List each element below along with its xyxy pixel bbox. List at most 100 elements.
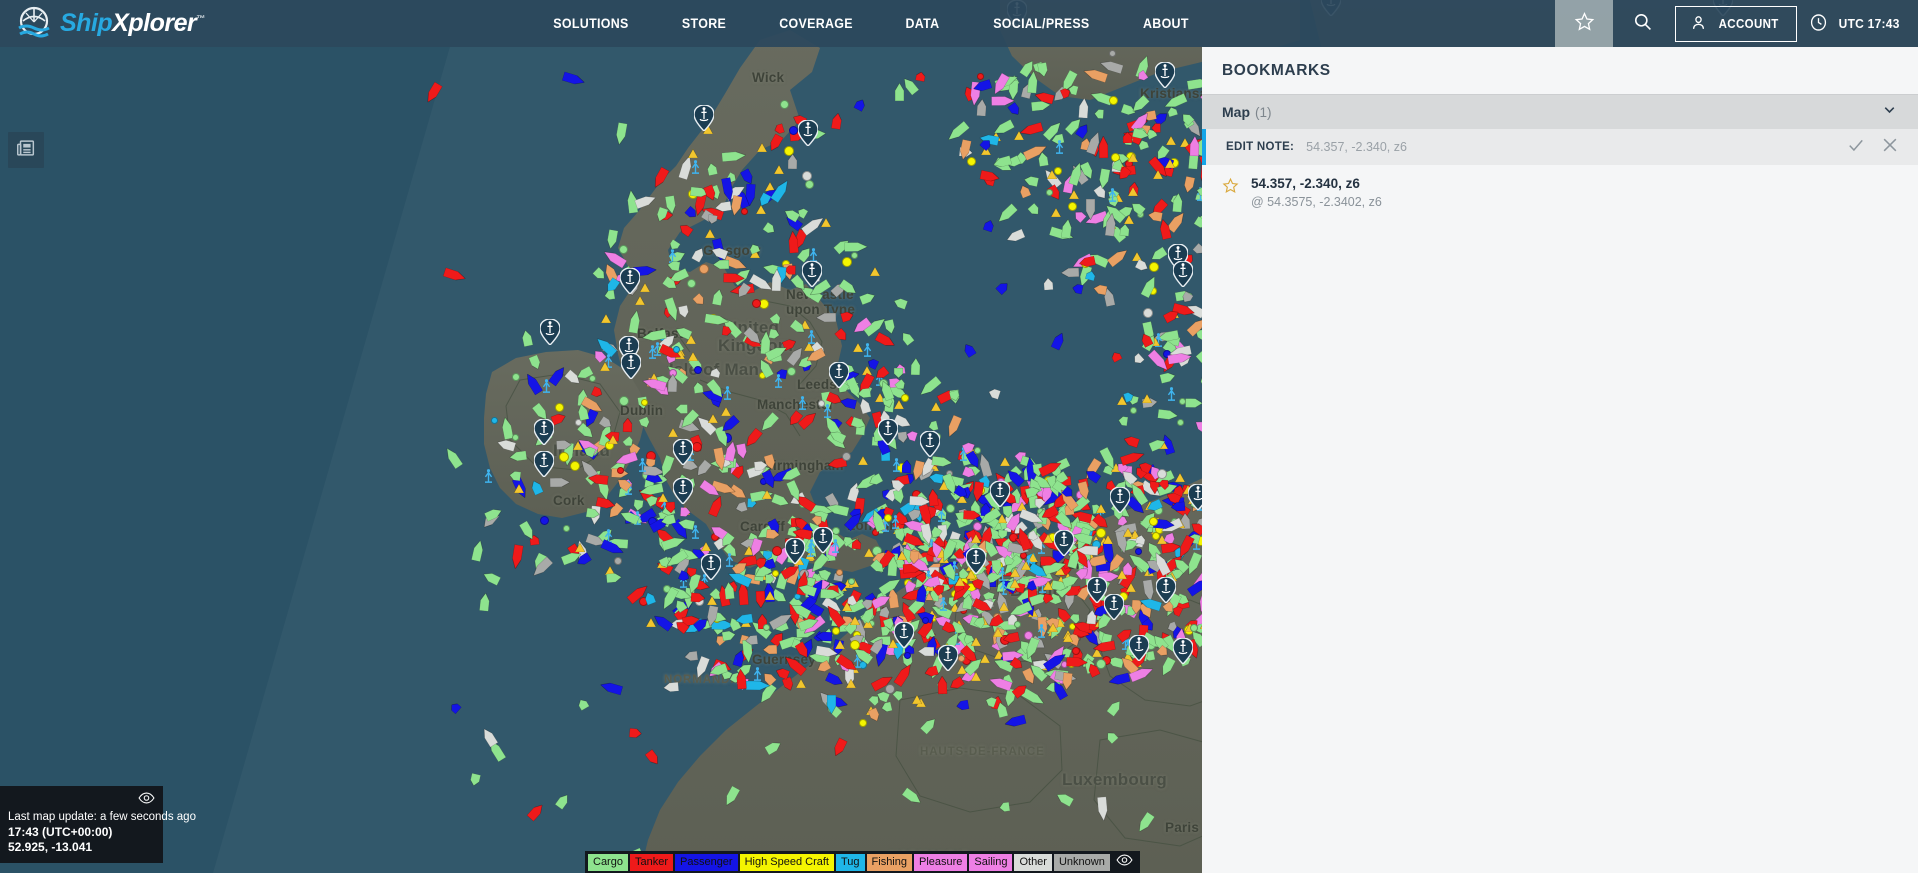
vessel-marker[interactable]: [763, 645, 782, 655]
edit-note-input[interactable]: 54.357, -2.340, z6: [1306, 140, 1407, 154]
port-marker-icon[interactable]: [1173, 261, 1193, 287]
vessel-marker[interactable]: [1147, 123, 1165, 132]
vessel-marker[interactable]: [752, 299, 761, 308]
vessel-marker[interactable]: [1149, 517, 1158, 526]
vessel-marker[interactable]: [774, 161, 784, 179]
vessel-marker[interactable]: [673, 346, 680, 353]
close-icon[interactable]: [1880, 135, 1900, 160]
port-marker-icon[interactable]: [798, 120, 818, 146]
vessel-marker[interactable]: [955, 573, 965, 591]
utc-clock[interactable]: UTC 17:43: [1809, 13, 1902, 35]
vessel-marker[interactable]: [637, 458, 648, 477]
vessel-marker[interactable]: [993, 624, 1003, 642]
vessel-marker[interactable]: [559, 452, 569, 462]
vessel-marker[interactable]: [891, 458, 902, 477]
vessel-marker[interactable]: [699, 264, 709, 274]
vessel-marker[interactable]: [1109, 50, 1116, 57]
vessel-marker[interactable]: [816, 632, 837, 642]
vessel-marker[interactable]: [1010, 575, 1020, 593]
legend-item-sailing[interactable]: Sailing: [969, 854, 1012, 871]
vessel-marker[interactable]: [788, 154, 797, 174]
site-logo[interactable]: ShipXplorer™: [16, 6, 205, 42]
vessel-marker[interactable]: [1153, 166, 1163, 184]
legend-visibility-toggle[interactable]: [1112, 853, 1137, 871]
port-marker-icon[interactable]: [990, 481, 1010, 507]
nav-item-store[interactable]: STORE: [682, 16, 726, 31]
vessel-marker[interactable]: [884, 514, 892, 522]
legend-item-passenger[interactable]: Passenger: [675, 854, 738, 871]
vessel-marker[interactable]: [1149, 262, 1159, 272]
vessel-marker[interactable]: [862, 343, 873, 362]
vessel-marker[interactable]: [827, 690, 836, 714]
vessel-marker[interactable]: [575, 539, 585, 557]
port-marker-icon[interactable]: [1156, 577, 1176, 603]
vessel-marker[interactable]: [608, 431, 618, 449]
vessel-marker[interactable]: [1123, 524, 1133, 542]
port-marker-icon[interactable]: [1129, 635, 1149, 661]
vessel-marker[interactable]: [802, 171, 812, 181]
nav-item-coverage[interactable]: COVERAGE: [779, 16, 853, 31]
vessel-marker[interactable]: [1090, 109, 1109, 119]
vessel-marker[interactable]: [692, 442, 702, 452]
vessel-marker[interactable]: [851, 536, 862, 555]
vessel-marker[interactable]: [911, 358, 921, 380]
vessel-marker[interactable]: [895, 83, 904, 106]
vessel-marker[interactable]: [1123, 130, 1132, 148]
vessel-marker[interactable]: [842, 452, 851, 461]
vessel-marker[interactable]: [514, 480, 524, 498]
vessel-marker[interactable]: [946, 504, 955, 513]
vessel-marker[interactable]: [846, 675, 856, 693]
vessel-marker[interactable]: [894, 396, 904, 414]
vessel-marker[interactable]: [570, 461, 580, 471]
vessel-marker[interactable]: [1166, 387, 1177, 406]
port-marker-icon[interactable]: [694, 105, 714, 131]
vessel-marker[interactable]: [1063, 629, 1073, 647]
vessel-marker[interactable]: [859, 719, 867, 727]
vessel-marker[interactable]: [1054, 140, 1065, 159]
vessel-marker[interactable]: [663, 682, 684, 693]
vessel-marker[interactable]: [749, 461, 768, 472]
bookmarks-group-map[interactable]: Map (1): [1202, 94, 1918, 129]
bookmark-list-item[interactable]: 54.357, -2.340, z6 @ 54.3575, -2.3402, z…: [1202, 165, 1918, 222]
vessel-marker[interactable]: [724, 553, 735, 572]
star-outline-icon[interactable]: [1222, 177, 1239, 199]
legend-item-pleasure[interactable]: Pleasure: [914, 854, 967, 871]
vessel-marker[interactable]: [646, 614, 656, 632]
vessel-marker[interactable]: [707, 592, 717, 610]
vessel-marker[interactable]: [772, 546, 782, 556]
port-marker-icon[interactable]: [878, 419, 898, 445]
bookmarks-toggle-button[interactable]: [1555, 0, 1613, 47]
vessel-marker[interactable]: [1046, 189, 1053, 196]
nav-item-about[interactable]: ABOUT: [1143, 16, 1189, 31]
port-marker-icon[interactable]: [1110, 487, 1130, 513]
legend-item-unknown[interactable]: Unknown: [1054, 854, 1110, 871]
vessel-marker[interactable]: [1166, 132, 1176, 150]
port-marker-icon[interactable]: [673, 439, 693, 465]
legend-item-fishing[interactable]: Fishing: [867, 854, 912, 871]
vessel-marker[interactable]: [885, 684, 895, 694]
vessel-marker[interactable]: [763, 624, 770, 631]
vessel-marker[interactable]: [1128, 183, 1138, 201]
vessel-marker[interactable]: [909, 546, 920, 565]
vessel-marker[interactable]: [967, 157, 976, 166]
vessel-marker[interactable]: [744, 635, 763, 646]
port-marker-icon[interactable]: [534, 419, 554, 445]
port-marker-icon[interactable]: [540, 319, 560, 345]
vessel-marker[interactable]: [551, 440, 571, 450]
vessel-marker[interactable]: [540, 516, 549, 525]
vessel-marker[interactable]: [788, 231, 799, 259]
vessel-marker[interactable]: [1076, 545, 1103, 555]
vessel-marker[interactable]: [555, 403, 564, 412]
port-marker-icon[interactable]: [813, 527, 833, 553]
chevron-down-icon[interactable]: [1881, 101, 1898, 123]
vessel-marker[interactable]: [688, 348, 698, 366]
vessel-marker[interactable]: [483, 469, 494, 488]
vessel-marker[interactable]: [623, 418, 633, 437]
vessel-marker[interactable]: [690, 160, 701, 179]
vessel-marker[interactable]: [1072, 647, 1080, 655]
vessel-marker[interactable]: [601, 573, 622, 584]
vessel-marker[interactable]: [894, 363, 903, 381]
vessel-marker[interactable]: [617, 467, 624, 474]
port-marker-icon[interactable]: [534, 451, 554, 477]
vessel-marker[interactable]: [1021, 557, 1031, 575]
